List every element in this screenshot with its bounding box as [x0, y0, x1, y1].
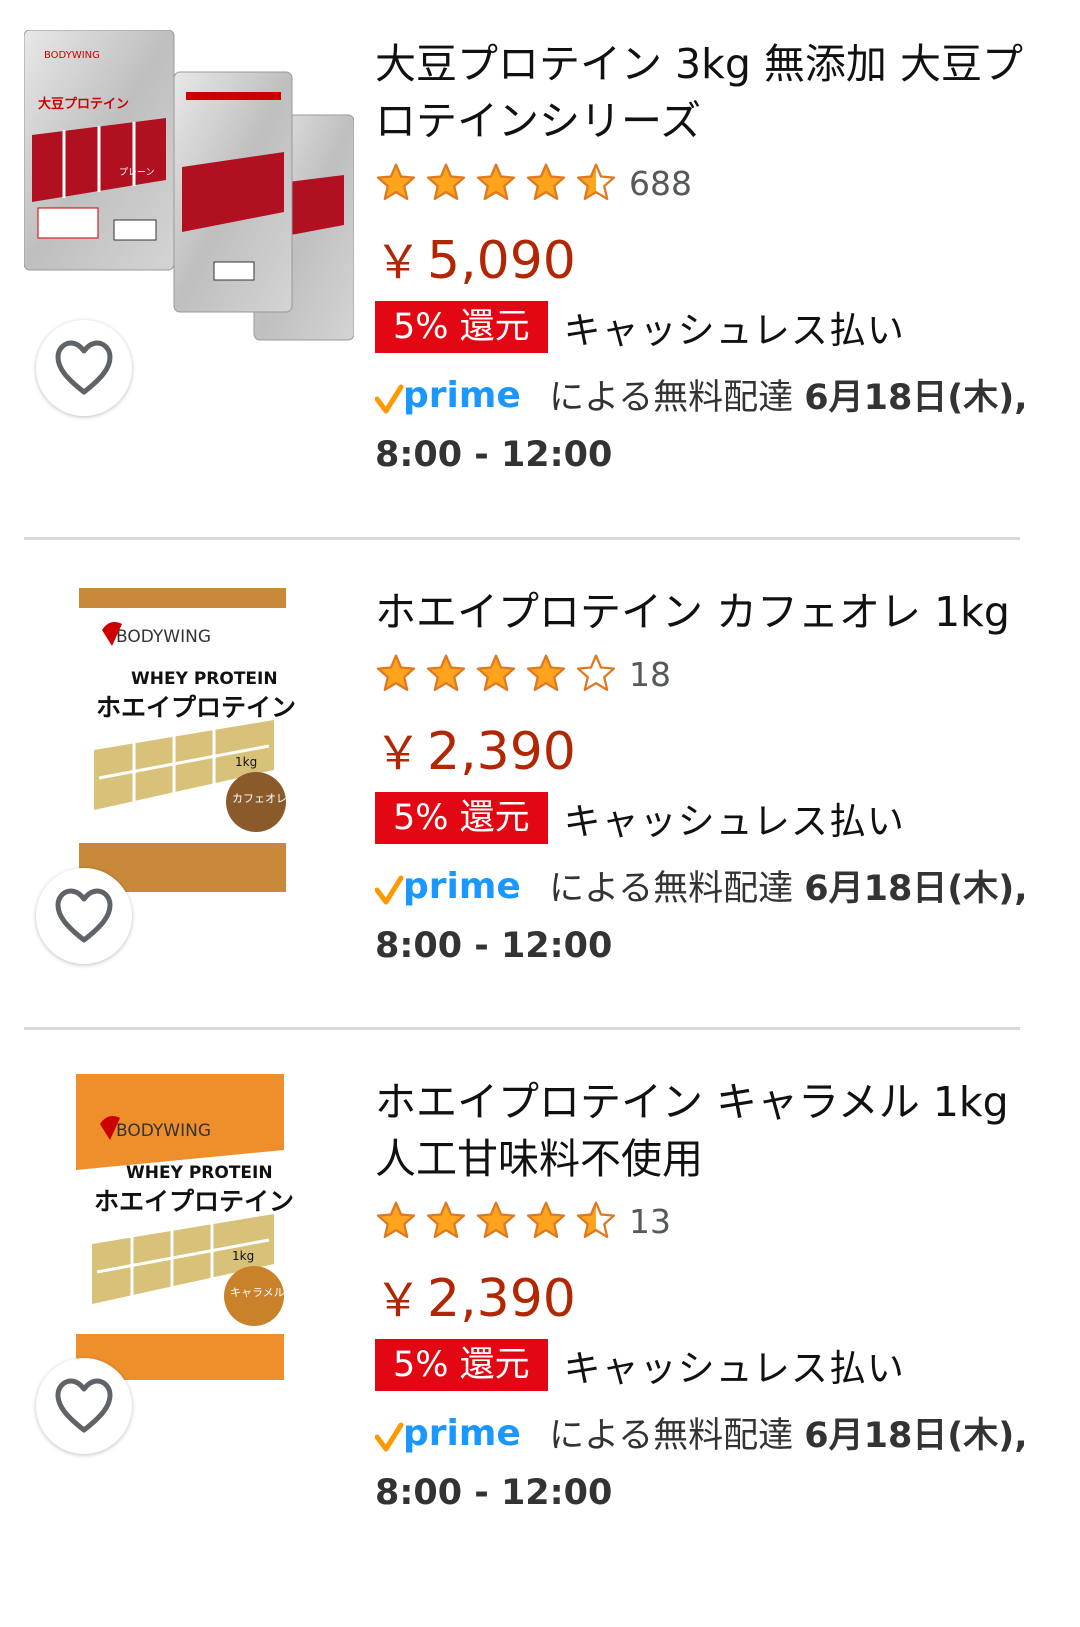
product-item[interactable]: BODYWING 大豆プロテイン プレーン 大豆プロテイン 3kg 無添加 大豆…	[0, 0, 1080, 540]
product-info: ホエイプロテイン カフェオレ 1kg 18 ￥ 2,390 5% 還元 キャッシュ…	[375, 584, 1055, 975]
product-image[interactable]: BODYWING 大豆プロテイン プレーン	[24, 30, 354, 350]
cashback-badge: 5% 還元	[375, 792, 548, 844]
delivery-info: prime による無料配達 6月18日(木), 8:00 - 12:00	[375, 1408, 1055, 1522]
star-full-icon	[526, 163, 566, 201]
currency-symbol: ￥	[375, 726, 421, 780]
delivery-prefix: による無料配達	[549, 378, 794, 418]
pkg-title: ホエイプロテイン	[96, 693, 296, 722]
review-count[interactable]: 13	[629, 1202, 671, 1241]
cashback-badge: 5% 還元	[375, 301, 548, 353]
whey-protein-caramel-image: BODYWING WHEY PROTEIN ホエイプロテイン 1kg キャラメル	[76, 1074, 294, 1380]
star-full-icon	[476, 654, 516, 692]
star-full-icon	[376, 654, 416, 692]
star-rating	[375, 1200, 625, 1242]
promotion-row: 5% 還元 キャッシュレス払い	[375, 791, 1055, 845]
price-value: 2,390	[427, 1269, 576, 1329]
star-full-icon	[376, 1201, 416, 1239]
soy-pkg-brand: BODYWING	[44, 50, 100, 61]
price: ￥ 5,090	[375, 228, 1055, 294]
promotion-row: 5% 還元 キャッシュレス払い	[375, 300, 1055, 354]
pkg-label: WHEY PROTEIN	[131, 669, 278, 689]
star-empty-icon	[576, 654, 616, 692]
pkg-weight: 1kg	[235, 755, 257, 769]
product-info: 大豆プロテイン 3kg 無添加 大豆プロテインシリーズ 688 ￥ 5,090 5…	[375, 36, 1055, 484]
wishlist-button[interactable]	[36, 868, 132, 964]
product-title[interactable]: ホエイプロテイン カフェオレ 1kg	[375, 584, 1055, 641]
star-half-icon	[576, 1201, 616, 1239]
product-info: ホエイプロテイン キャラメル 1kg 人工甘味料不使用 13 ￥ 2,390 5%…	[375, 1074, 1055, 1522]
delivery-time: 8:00 - 12:00	[375, 926, 613, 966]
star-full-icon	[426, 1201, 466, 1239]
star-full-icon	[376, 163, 416, 201]
delivery-date: 6月18日(木),	[804, 1416, 1028, 1456]
soy-protein-bags-image: BODYWING 大豆プロテイン プレーン	[24, 30, 354, 341]
price: ￥ 2,390	[375, 1266, 1055, 1332]
delivery-date: 6月18日(木),	[804, 378, 1028, 418]
cashback-badge: 5% 還元	[375, 1339, 548, 1391]
heart-icon	[55, 888, 113, 943]
prime-logo-icon: prime	[375, 866, 521, 907]
cashless-label: キャッシュレス払い	[563, 1347, 905, 1390]
review-count[interactable]: 688	[629, 164, 692, 203]
heart-icon	[55, 1378, 113, 1433]
currency-symbol: ￥	[375, 235, 421, 289]
product-title[interactable]: 大豆プロテイン 3kg 無添加 大豆プロテインシリーズ	[375, 36, 1055, 150]
star-full-icon	[426, 163, 466, 201]
delivery-info: prime による無料配達 6月18日(木), 8:00 - 12:00	[375, 370, 1055, 484]
pkg-title: ホエイプロテイン	[94, 1187, 294, 1216]
star-full-icon	[476, 1201, 516, 1239]
heart-icon	[55, 340, 113, 395]
pkg-weight: 1kg	[232, 1249, 254, 1263]
star-full-icon	[426, 654, 466, 692]
delivery-info: prime による無料配達 6月18日(木), 8:00 - 12:00	[375, 861, 1055, 975]
delivery-date: 6月18日(木),	[804, 869, 1028, 909]
rating-row[interactable]: 13	[375, 1196, 1055, 1246]
prime-text: prime	[403, 866, 521, 907]
cashless-label: キャッシュレス払い	[563, 800, 905, 843]
star-rating	[375, 653, 625, 695]
star-full-icon	[476, 163, 516, 201]
soy-pkg-flavor: プレーン	[119, 167, 155, 178]
product-item[interactable]: BODYWING WHEY PROTEIN ホエイプロテイン 1kg キャラメル…	[0, 1030, 1080, 1627]
pkg-flavor: カフェオレ	[232, 792, 287, 805]
wishlist-button[interactable]	[36, 320, 132, 416]
product-image[interactable]: BODYWING WHEY PROTEIN ホエイプロテイン 1kg キャラメル	[24, 1070, 354, 1390]
price: ￥ 2,390	[375, 719, 1055, 785]
whey-protein-cafe-au-lait-image: BODYWING WHEY PROTEIN ホエイプロテイン 1kg カフェオレ	[79, 588, 296, 892]
product-title[interactable]: ホエイプロテイン キャラメル 1kg 人工甘味料不使用	[375, 1074, 1055, 1188]
rating-row[interactable]: 688	[375, 158, 1055, 208]
soy-pkg-title: 大豆プロテイン	[38, 96, 129, 112]
pkg-brand: BODYWING	[116, 1121, 211, 1141]
delivery-time: 8:00 - 12:00	[375, 1473, 613, 1513]
pkg-label: WHEY PROTEIN	[126, 1163, 273, 1183]
star-full-icon	[526, 1201, 566, 1239]
star-rating	[375, 162, 625, 204]
delivery-time: 8:00 - 12:00	[375, 435, 613, 475]
wishlist-button[interactable]	[36, 1358, 132, 1454]
cashless-label: キャッシュレス払い	[563, 309, 905, 352]
product-image[interactable]: BODYWING WHEY PROTEIN ホエイプロテイン 1kg カフェオレ	[24, 580, 354, 900]
prime-logo-icon: prime	[375, 1413, 521, 1454]
delivery-prefix: による無料配達	[549, 869, 794, 909]
product-item[interactable]: BODYWING WHEY PROTEIN ホエイプロテイン 1kg カフェオレ…	[0, 540, 1080, 1030]
rating-row[interactable]: 18	[375, 649, 1055, 699]
pkg-flavor: キャラメル	[230, 1286, 285, 1299]
price-value: 2,390	[427, 722, 576, 782]
currency-symbol: ￥	[375, 1273, 421, 1327]
delivery-prefix: による無料配達	[549, 1416, 794, 1456]
promotion-row: 5% 還元 キャッシュレス払い	[375, 1338, 1055, 1392]
price-value: 5,090	[427, 231, 576, 291]
prime-text: prime	[403, 375, 521, 416]
prime-text: prime	[403, 1413, 521, 1454]
review-count[interactable]: 18	[629, 655, 671, 694]
star-full-icon	[526, 654, 566, 692]
star-half-icon	[576, 163, 616, 201]
prime-logo-icon: prime	[375, 375, 521, 416]
pkg-brand: BODYWING	[116, 627, 211, 647]
